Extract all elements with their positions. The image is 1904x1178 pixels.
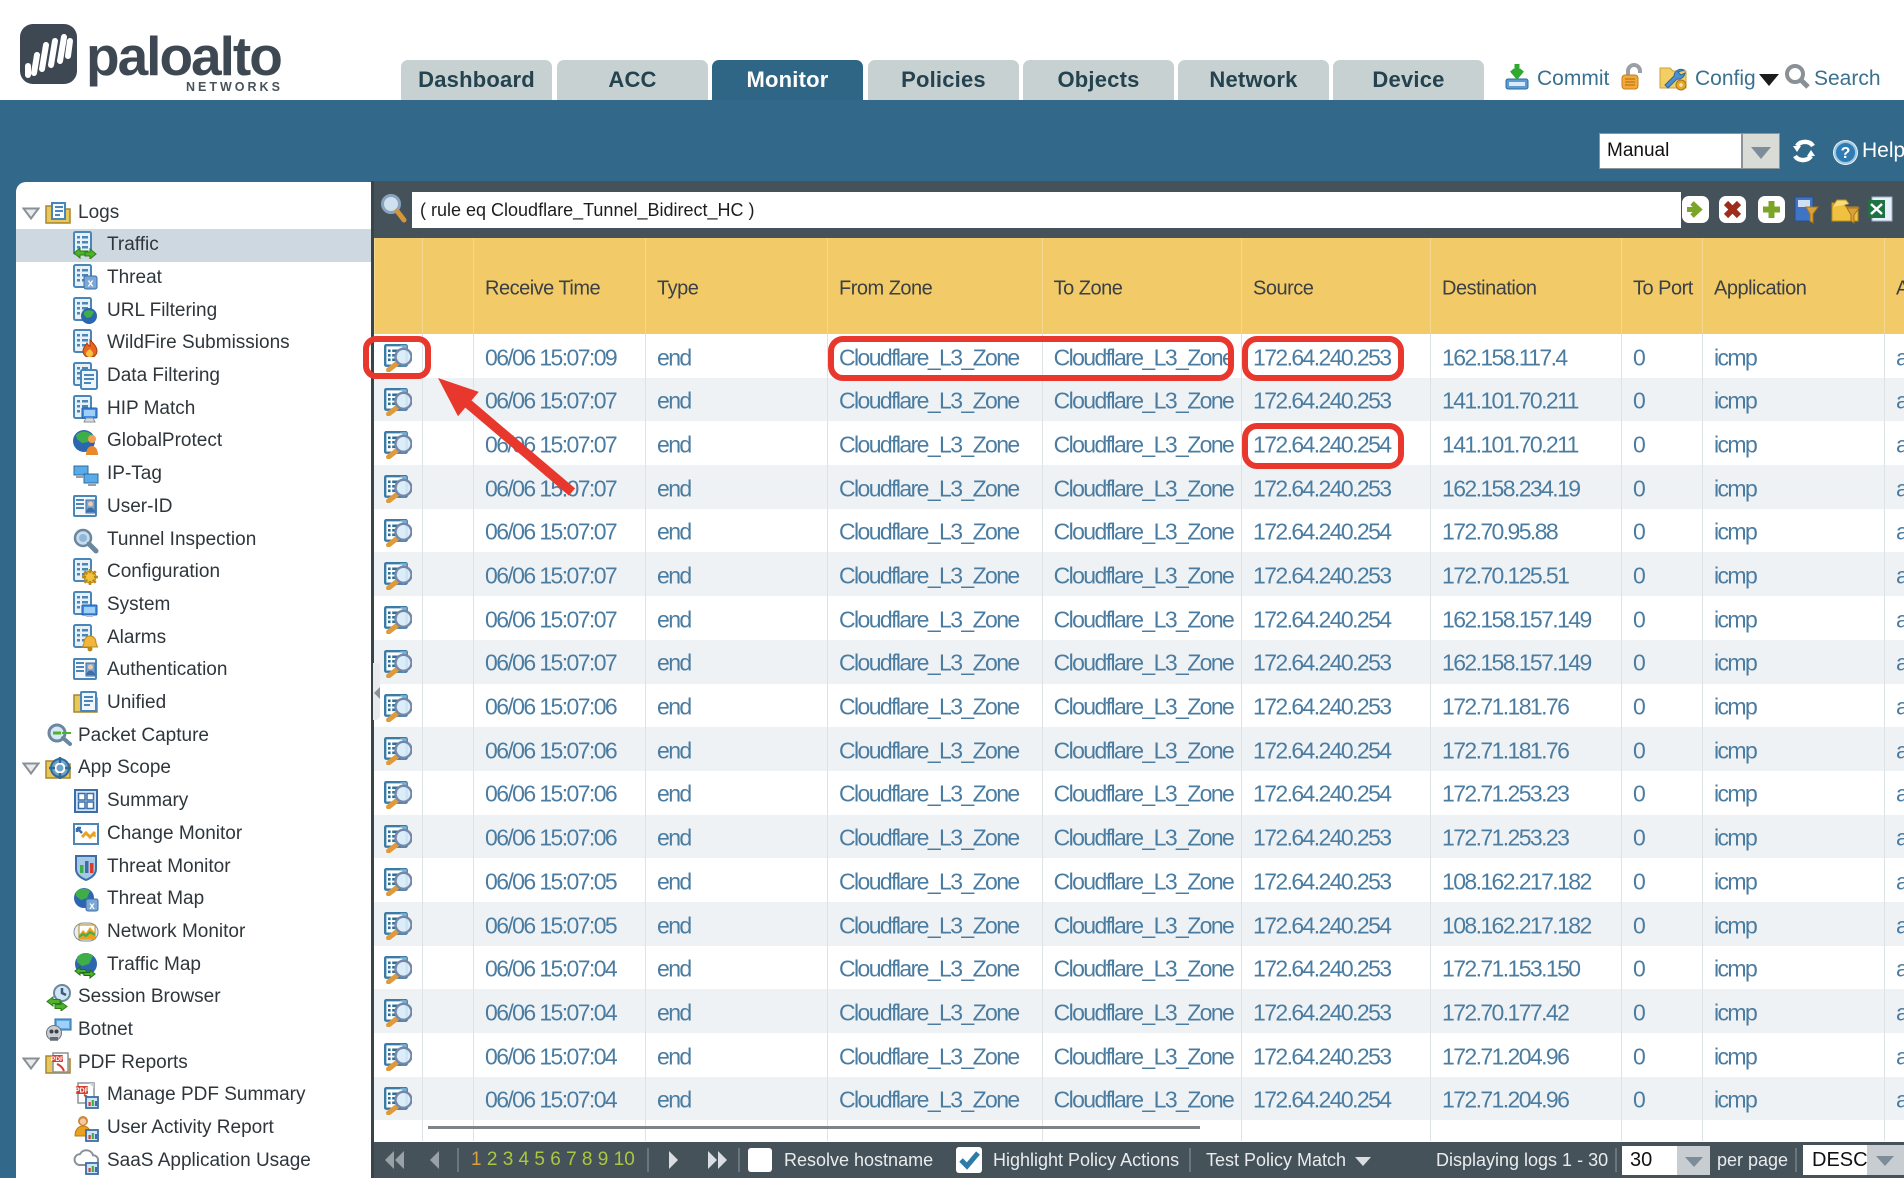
- svg-text:paloalto: paloalto: [86, 25, 281, 87]
- svg-text:x: x: [89, 901, 95, 912]
- svg-text:PDF: PDF: [51, 1056, 64, 1063]
- svg-text:NETWORKS®: NETWORKS®: [186, 80, 282, 93]
- svg-text:?: ?: [1841, 145, 1851, 162]
- svg-text:x: x: [87, 277, 94, 289]
- svg-text:PDF: PDF: [75, 1088, 90, 1095]
